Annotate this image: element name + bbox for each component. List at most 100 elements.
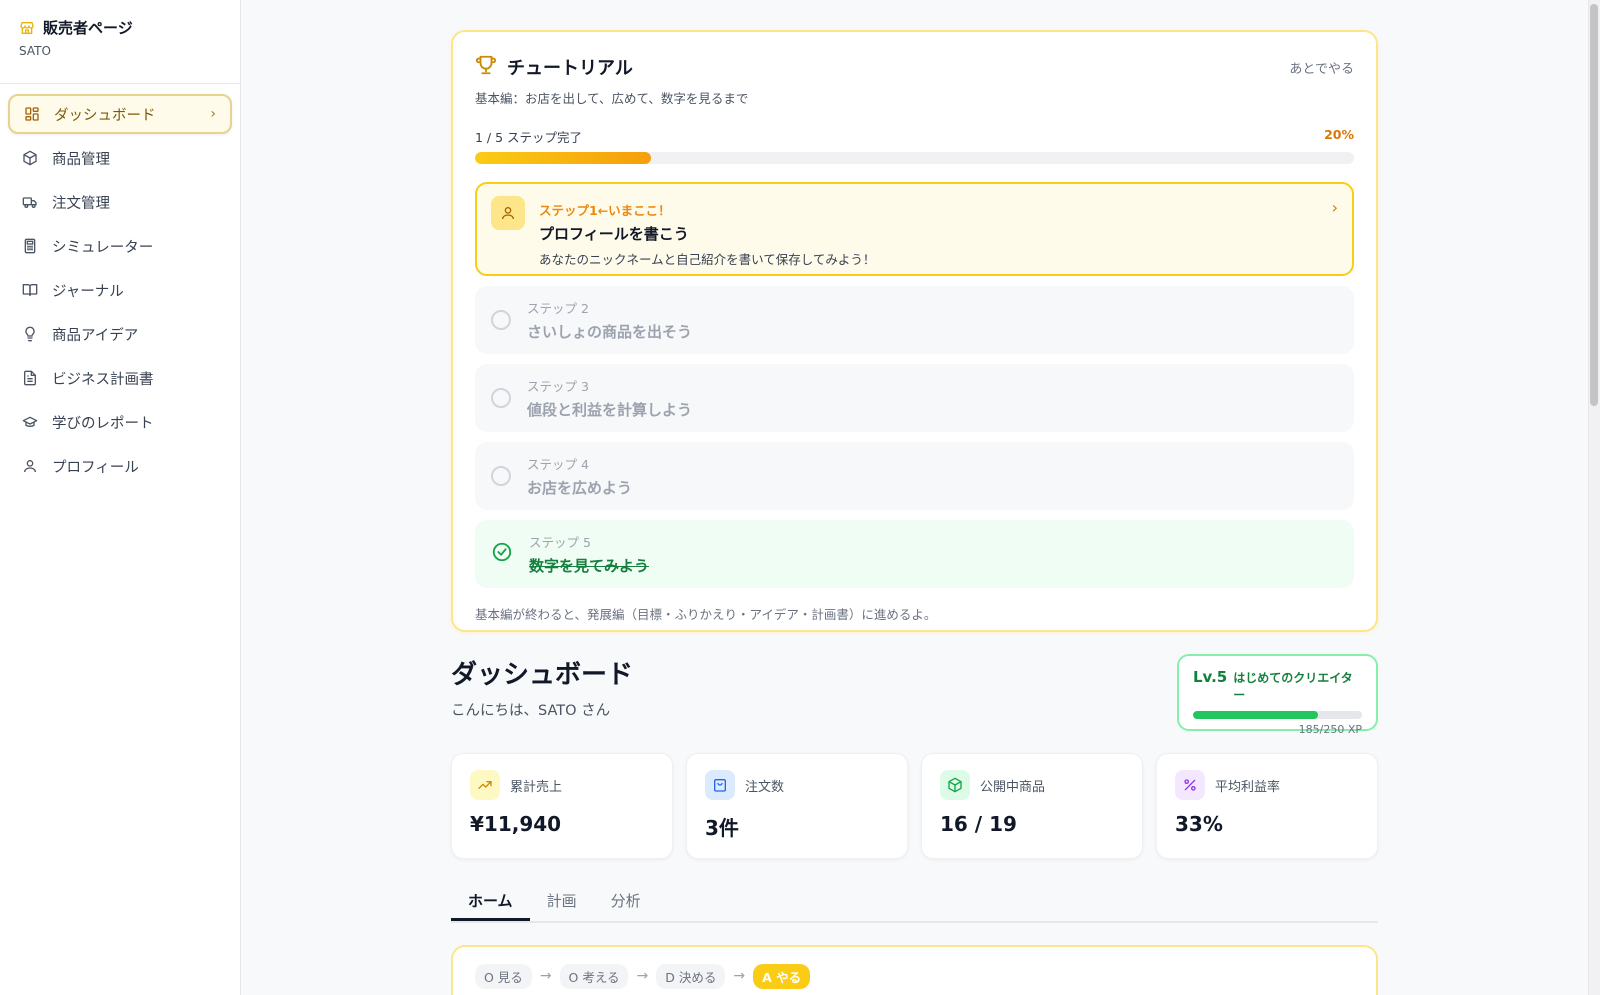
sidebar-item-label: 商品管理 — [52, 151, 110, 168]
book-icon — [22, 282, 38, 298]
progress-bar — [475, 152, 1354, 164]
sidebar-item-label: ビジネス計画書 — [52, 371, 154, 388]
sidebar-item-profile[interactable]: プロフィール — [8, 446, 232, 486]
step-2: ステップ 2 さいしょの商品を出そう — [475, 286, 1354, 354]
shopping-bag-icon — [705, 770, 735, 800]
stat-card-products: 公開中商品 16 / 19 — [921, 753, 1143, 859]
brand-title: 販売者ページ — [43, 19, 133, 37]
sidebar-item-products[interactable]: 商品管理 — [8, 138, 232, 178]
page-title: ダッシュボード — [451, 660, 634, 690]
step-label: ステップ 4 — [527, 457, 589, 472]
ooda-step-observe[interactable]: O 見る — [475, 963, 532, 989]
percent-icon — [1175, 770, 1205, 800]
user-icon — [22, 458, 38, 474]
stat-card-orders: 注文数 3件 — [686, 753, 908, 859]
arrow-right-icon: → — [539, 968, 552, 984]
truck-icon — [22, 194, 38, 210]
sidebar-item-label: プロフィール — [52, 459, 139, 476]
stat-value: ¥11,940 — [470, 812, 562, 836]
tutorial-subtitle: 基本編：お店を出して、広めて、数字を見るまで — [475, 91, 749, 106]
stat-label: 公開中商品 — [980, 779, 1046, 795]
arrow-right-icon: → — [636, 968, 649, 984]
step-title: 値段と利益を計算しよう — [527, 401, 693, 419]
tutorial-footer: 基本編が終わると、発展編（目標・ふりかえり・アイデア・計画書）に進めるよ。 — [475, 607, 937, 622]
level-number: Lv.5 — [1193, 668, 1228, 686]
level-card[interactable]: Lv.5 はじめてのクリエイター 185/250 XP — [1177, 654, 1378, 736]
step-4: ステップ 4 お店を広めよう — [475, 442, 1354, 510]
sidebar-item-dashboard[interactable]: ダッシュボード › — [8, 94, 232, 134]
ooda-card: O 見る → O 考える → D 決める → A やる — [451, 945, 1378, 995]
stat-card-sales: 累計売上 ¥11,940 — [451, 753, 673, 859]
brand-user: SATO — [19, 44, 51, 58]
main-content: チュートリアル あとでやる 基本編：お店を出して、広めて、数字を見るまで 1 /… — [451, 30, 1378, 995]
stats-row: 累計売上 ¥11,940 注文数 3件 公開中商品 16 / 19 平均利益率 … — [451, 753, 1378, 859]
ooda-step-act[interactable]: A やる — [753, 963, 811, 989]
sidebar-item-label: 学びのレポート — [52, 415, 154, 432]
lightbulb-icon — [22, 326, 38, 342]
stat-label: 注文数 — [745, 779, 785, 795]
sidebar-item-business-plan[interactable]: ビジネス計画書 — [8, 358, 232, 398]
brand[interactable]: 販売者ページ SATO — [0, 0, 240, 84]
greeting: こんにちは、SATO さん — [451, 703, 611, 719]
tutorial-card: チュートリアル あとでやる 基本編：お店を出して、広めて、数字を見るまで 1 /… — [451, 30, 1378, 632]
box-icon — [22, 150, 38, 166]
step-label: ステップ 2 — [527, 301, 589, 316]
check-circle-icon — [491, 541, 513, 567]
xp-text: 185/250 XP — [1298, 723, 1362, 736]
sidebar-item-simulator[interactable]: シミュレーター — [8, 226, 232, 266]
sidebar-item-label: シミュレーター — [52, 239, 154, 256]
store-icon — [19, 20, 35, 36]
xp-bar — [1193, 711, 1362, 719]
step-current[interactable]: ステップ1←いまここ！ プロフィールを書こう あなたのニックネームと自己紹介を書… — [475, 182, 1354, 276]
sidebar-nav: ダッシュボード › 商品管理 注文管理 シミュレーター ジャーナル 商品アイデア… — [0, 84, 240, 500]
ooda-step-orient[interactable]: O 考える — [559, 963, 629, 989]
sidebar-item-label: 注文管理 — [52, 195, 110, 212]
tab-bar: ホーム 計画 分析 — [451, 883, 1378, 923]
step-description: あなたのニックネームと自己紹介を書いて保存してみよう！ — [539, 252, 876, 267]
trending-up-icon — [470, 770, 500, 800]
trophy-icon — [475, 54, 497, 80]
grid-icon — [24, 106, 40, 122]
sidebar-item-orders[interactable]: 注文管理 — [8, 182, 232, 222]
empty-circle-icon — [491, 388, 511, 408]
stat-label: 累計売上 — [510, 779, 563, 795]
step-3: ステップ 3 値段と利益を計算しよう — [475, 364, 1354, 432]
sidebar-item-journal[interactable]: ジャーナル — [8, 270, 232, 310]
tab-home[interactable]: ホーム — [451, 883, 530, 921]
empty-circle-icon — [491, 466, 511, 486]
document-icon — [22, 370, 38, 386]
graduation-cap-icon — [22, 414, 38, 430]
package-icon — [940, 770, 970, 800]
calculator-icon — [22, 238, 38, 254]
stat-value: 3件 — [705, 816, 739, 840]
sidebar-item-label: ダッシュボード — [54, 107, 156, 124]
step-title: プロフィールを書こう — [539, 225, 689, 243]
sidebar: 販売者ページ SATO ダッシュボード › 商品管理 注文管理 シミュレーター … — [0, 0, 241, 995]
scrollbar[interactable] — [1588, 0, 1600, 995]
tutorial-title: チュートリアル — [507, 58, 633, 79]
tab-analysis[interactable]: 分析 — [594, 883, 658, 921]
step-title: お店を広めよう — [527, 479, 633, 497]
stat-card-margin: 平均利益率 33% — [1156, 753, 1378, 859]
stat-label: 平均利益率 — [1215, 779, 1281, 795]
stat-value: 33% — [1175, 812, 1223, 836]
user-icon — [491, 196, 525, 230]
arrow-right-icon: → — [733, 968, 746, 984]
progress-percent: 20% — [1324, 127, 1354, 142]
step-title: 数字を見てみよう — [529, 557, 650, 575]
empty-circle-icon — [491, 310, 511, 330]
sidebar-item-learning-report[interactable]: 学びのレポート — [8, 402, 232, 442]
scrollbar-thumb[interactable] — [1590, 4, 1598, 406]
tab-plan[interactable]: 計画 — [530, 883, 594, 921]
progress-fill — [475, 152, 651, 164]
sidebar-item-ideas[interactable]: 商品アイデア — [8, 314, 232, 354]
xp-fill — [1193, 711, 1319, 719]
stat-value: 16 / 19 — [940, 812, 1017, 836]
step-5[interactable]: ステップ 5 数字を見てみよう — [475, 520, 1354, 588]
chevron-right-icon: › — [1331, 198, 1338, 217]
ooda-step-decide[interactable]: D 決める — [656, 963, 726, 989]
sidebar-item-label: ジャーナル — [52, 283, 124, 300]
sidebar-item-label: 商品アイデア — [52, 327, 139, 344]
step-label: ステップ 5 — [529, 535, 591, 550]
later-button[interactable]: あとでやる — [1289, 58, 1354, 77]
